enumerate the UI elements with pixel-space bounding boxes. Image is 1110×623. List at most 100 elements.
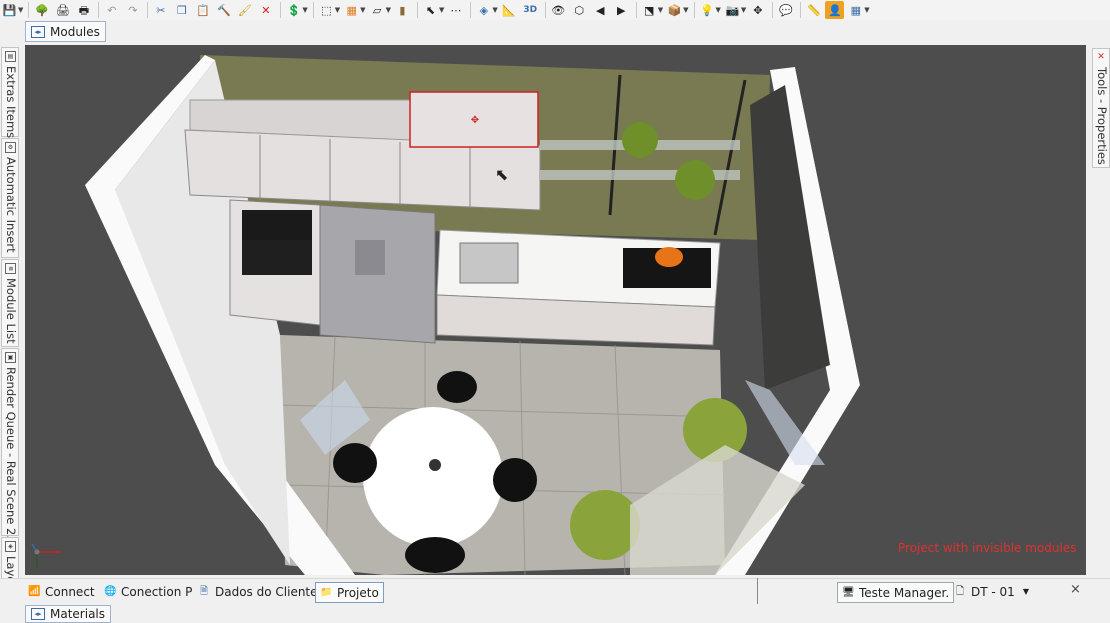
tape-icon[interactable]: 📏 bbox=[804, 1, 823, 19]
chevron-down-icon[interactable]: ▼ bbox=[864, 6, 869, 14]
toolbar-separator bbox=[280, 2, 282, 18]
user-icon[interactable]: 👤 bbox=[825, 1, 845, 19]
printer-icon[interactable]: 🖶 bbox=[74, 1, 93, 19]
modules-icon: ◂▸ bbox=[31, 25, 45, 38]
ruler-icon[interactable]: 📐 bbox=[500, 1, 519, 19]
teste-manager-label: Teste Manager. bbox=[859, 585, 950, 600]
plant-shelf-1 bbox=[622, 122, 658, 158]
layout-icon[interactable]: ⬚ bbox=[317, 1, 336, 19]
chevron-down-icon[interactable]: ▼ bbox=[302, 6, 307, 14]
chevron-down-icon[interactable]: ▼ bbox=[716, 6, 721, 14]
dt-icon: 🗋 bbox=[955, 585, 965, 597]
tab-modules-label: Modules bbox=[50, 24, 100, 39]
extras-icon: ▤ bbox=[5, 51, 16, 62]
compass-icon[interactable]: ✥ bbox=[748, 1, 767, 19]
toolbar-separator bbox=[800, 2, 802, 18]
print-icon[interactable]: 🖨 bbox=[53, 1, 72, 19]
tab-modules[interactable]: ◂▸ Modules bbox=[25, 21, 106, 42]
3d-viewport[interactable]: ✥ ⬉ Project with invisible modules bbox=[25, 45, 1086, 575]
save-icon[interactable]: 💾 bbox=[0, 1, 19, 19]
tab-automatic-insert[interactable]: ⚙ Automatic Insert bbox=[1, 138, 19, 258]
close-icon[interactable]: × bbox=[1070, 582, 1081, 597]
tab-module-list[interactable]: ≣ Module List bbox=[1, 259, 19, 347]
teste-manager-button[interactable]: 🖥 Teste Manager. bbox=[837, 582, 955, 603]
fridge-display bbox=[355, 240, 385, 275]
mouse-cursor-icon: ⬉ bbox=[495, 165, 508, 184]
chair-right bbox=[493, 458, 537, 502]
table-vase bbox=[429, 459, 441, 471]
tab-conection-p[interactable]: 🌐 Conection P bbox=[100, 582, 196, 601]
chevron-down-icon[interactable]: ▼ bbox=[360, 6, 365, 14]
toolbar-separator bbox=[772, 2, 774, 18]
dollar-icon[interactable]: 💲 bbox=[284, 1, 303, 19]
oven-lower bbox=[242, 240, 312, 275]
move-arrows-icon[interactable]: ✥ bbox=[471, 115, 479, 126]
chevron-down-icon[interactable]: ▼ bbox=[658, 6, 663, 14]
folder-icon: 📁 bbox=[320, 586, 333, 598]
plant-floor-2 bbox=[570, 490, 640, 560]
copy-icon[interactable]: ❐ bbox=[172, 1, 191, 19]
chevron-down-icon[interactable]: ▼ bbox=[439, 6, 444, 14]
redo-icon[interactable]: ↷ bbox=[123, 1, 142, 19]
bulb-icon[interactable]: 💡 bbox=[698, 1, 717, 19]
tab-tools-properties[interactable]: ✕ Tools - Properties bbox=[1092, 48, 1110, 168]
chevron-down-icon[interactable]: ▼ bbox=[386, 6, 391, 14]
tab-render-queue[interactable]: ▣ Render Queue - Real Scene 2.0 bbox=[1, 348, 19, 546]
tree-icon[interactable]: 🌳 bbox=[32, 1, 51, 19]
materials-bar: ◂▸ Materials bbox=[0, 604, 1110, 623]
chevron-down-icon[interactable]: ▼ bbox=[683, 6, 688, 14]
kitchen-scene: ✥ ⬉ bbox=[25, 45, 1086, 575]
tab-projeto[interactable]: 📁 Projeto bbox=[315, 582, 384, 603]
stairs-icon[interactable]: ▦ bbox=[342, 1, 361, 19]
chevron-down-icon: ▼ bbox=[1022, 587, 1029, 596]
chat-icon[interactable]: 💬 bbox=[776, 1, 795, 19]
left-dock-strip: ▤ Extras Items ⚙ Automatic Insert ≣ Modu… bbox=[0, 45, 19, 601]
main-toolbar: 💾 ▼ 🌳 🖨 🖶 ↶ ↷ ✂ ❐ 📋 🔨 🖌 ✕ 💲 ▼ ⬚ ▼ ▦ ▼ ▱ ▼ ▮ ⬉… bbox=[0, 0, 1110, 21]
tab-extras-items[interactable]: ▤ Extras Items bbox=[1, 47, 19, 138]
tools-icon: ✕ bbox=[1096, 52, 1106, 62]
bottom-tab-bar: 📶 Connect 🌐 Conection P 🗎 Dados do Clien… bbox=[0, 578, 1110, 604]
cursor-icon[interactable]: ⬉ bbox=[421, 1, 440, 19]
camera-icon[interactable]: 📷 bbox=[723, 1, 742, 19]
right-dock-strip: ✕ Tools - Properties bbox=[1090, 45, 1110, 600]
hammer-icon[interactable]: 🔨 bbox=[214, 1, 233, 19]
tab-connect-label: Connect bbox=[45, 584, 95, 599]
tab-projeto-label: Projeto bbox=[337, 585, 379, 600]
tab-tools-properties-label: Tools - Properties bbox=[1095, 67, 1109, 165]
cube-icon[interactable]: ⬡ bbox=[570, 1, 589, 19]
dt-dropdown[interactable]: 🗋 DT - 01 ▼ bbox=[950, 582, 1033, 601]
package-icon[interactable]: 📦 bbox=[665, 1, 684, 19]
cut-icon[interactable]: ✂ bbox=[151, 1, 170, 19]
tab-materials[interactable]: ◂▸ Materials bbox=[25, 605, 112, 623]
chevron-down-icon[interactable]: ▼ bbox=[492, 6, 497, 14]
toolbar-separator bbox=[416, 2, 418, 18]
delete-icon[interactable]: ✕ bbox=[256, 1, 275, 19]
toolbar-separator bbox=[635, 2, 637, 18]
chevron-down-icon[interactable]: ▼ bbox=[741, 6, 746, 14]
chair-left bbox=[333, 443, 377, 483]
toolbar-separator bbox=[544, 2, 546, 18]
toolbar-separator bbox=[147, 2, 149, 18]
plant-shelf-2 bbox=[675, 160, 715, 200]
3d-icon[interactable]: 3D bbox=[521, 1, 540, 19]
grid-icon[interactable]: ▦ bbox=[846, 1, 865, 19]
chevron-down-icon[interactable]: ▼ bbox=[18, 6, 23, 14]
globe-icon: 🌐 bbox=[104, 585, 117, 597]
tab-dados-do-cliente[interactable]: 🗎 Dados do Cliente bbox=[194, 582, 322, 601]
arrow-right-icon[interactable]: ▶ bbox=[612, 1, 631, 19]
door-icon[interactable]: ▮ bbox=[393, 1, 412, 19]
chevron-down-icon[interactable]: ▼ bbox=[335, 6, 340, 14]
paste-icon[interactable]: 📋 bbox=[193, 1, 212, 19]
layers-icon[interactable]: ◈ bbox=[474, 1, 493, 19]
toolbar-separator bbox=[312, 2, 314, 18]
measure-icon[interactable]: ⋯ bbox=[446, 1, 465, 19]
eye-icon[interactable]: 👁 bbox=[549, 1, 568, 19]
undo-icon[interactable]: ↶ bbox=[102, 1, 121, 19]
paint-icon[interactable]: 🖌 bbox=[235, 1, 254, 19]
arrow-left-icon[interactable]: ◀ bbox=[591, 1, 610, 19]
tab-connect[interactable]: 📶 Connect bbox=[24, 582, 99, 601]
shape-icon[interactable]: ▱ bbox=[368, 1, 387, 19]
tab-dados-do-cliente-label: Dados do Cliente bbox=[215, 584, 318, 599]
box-icon[interactable]: ⬔ bbox=[640, 1, 659, 19]
document-icon: 🗎 bbox=[199, 585, 209, 597]
